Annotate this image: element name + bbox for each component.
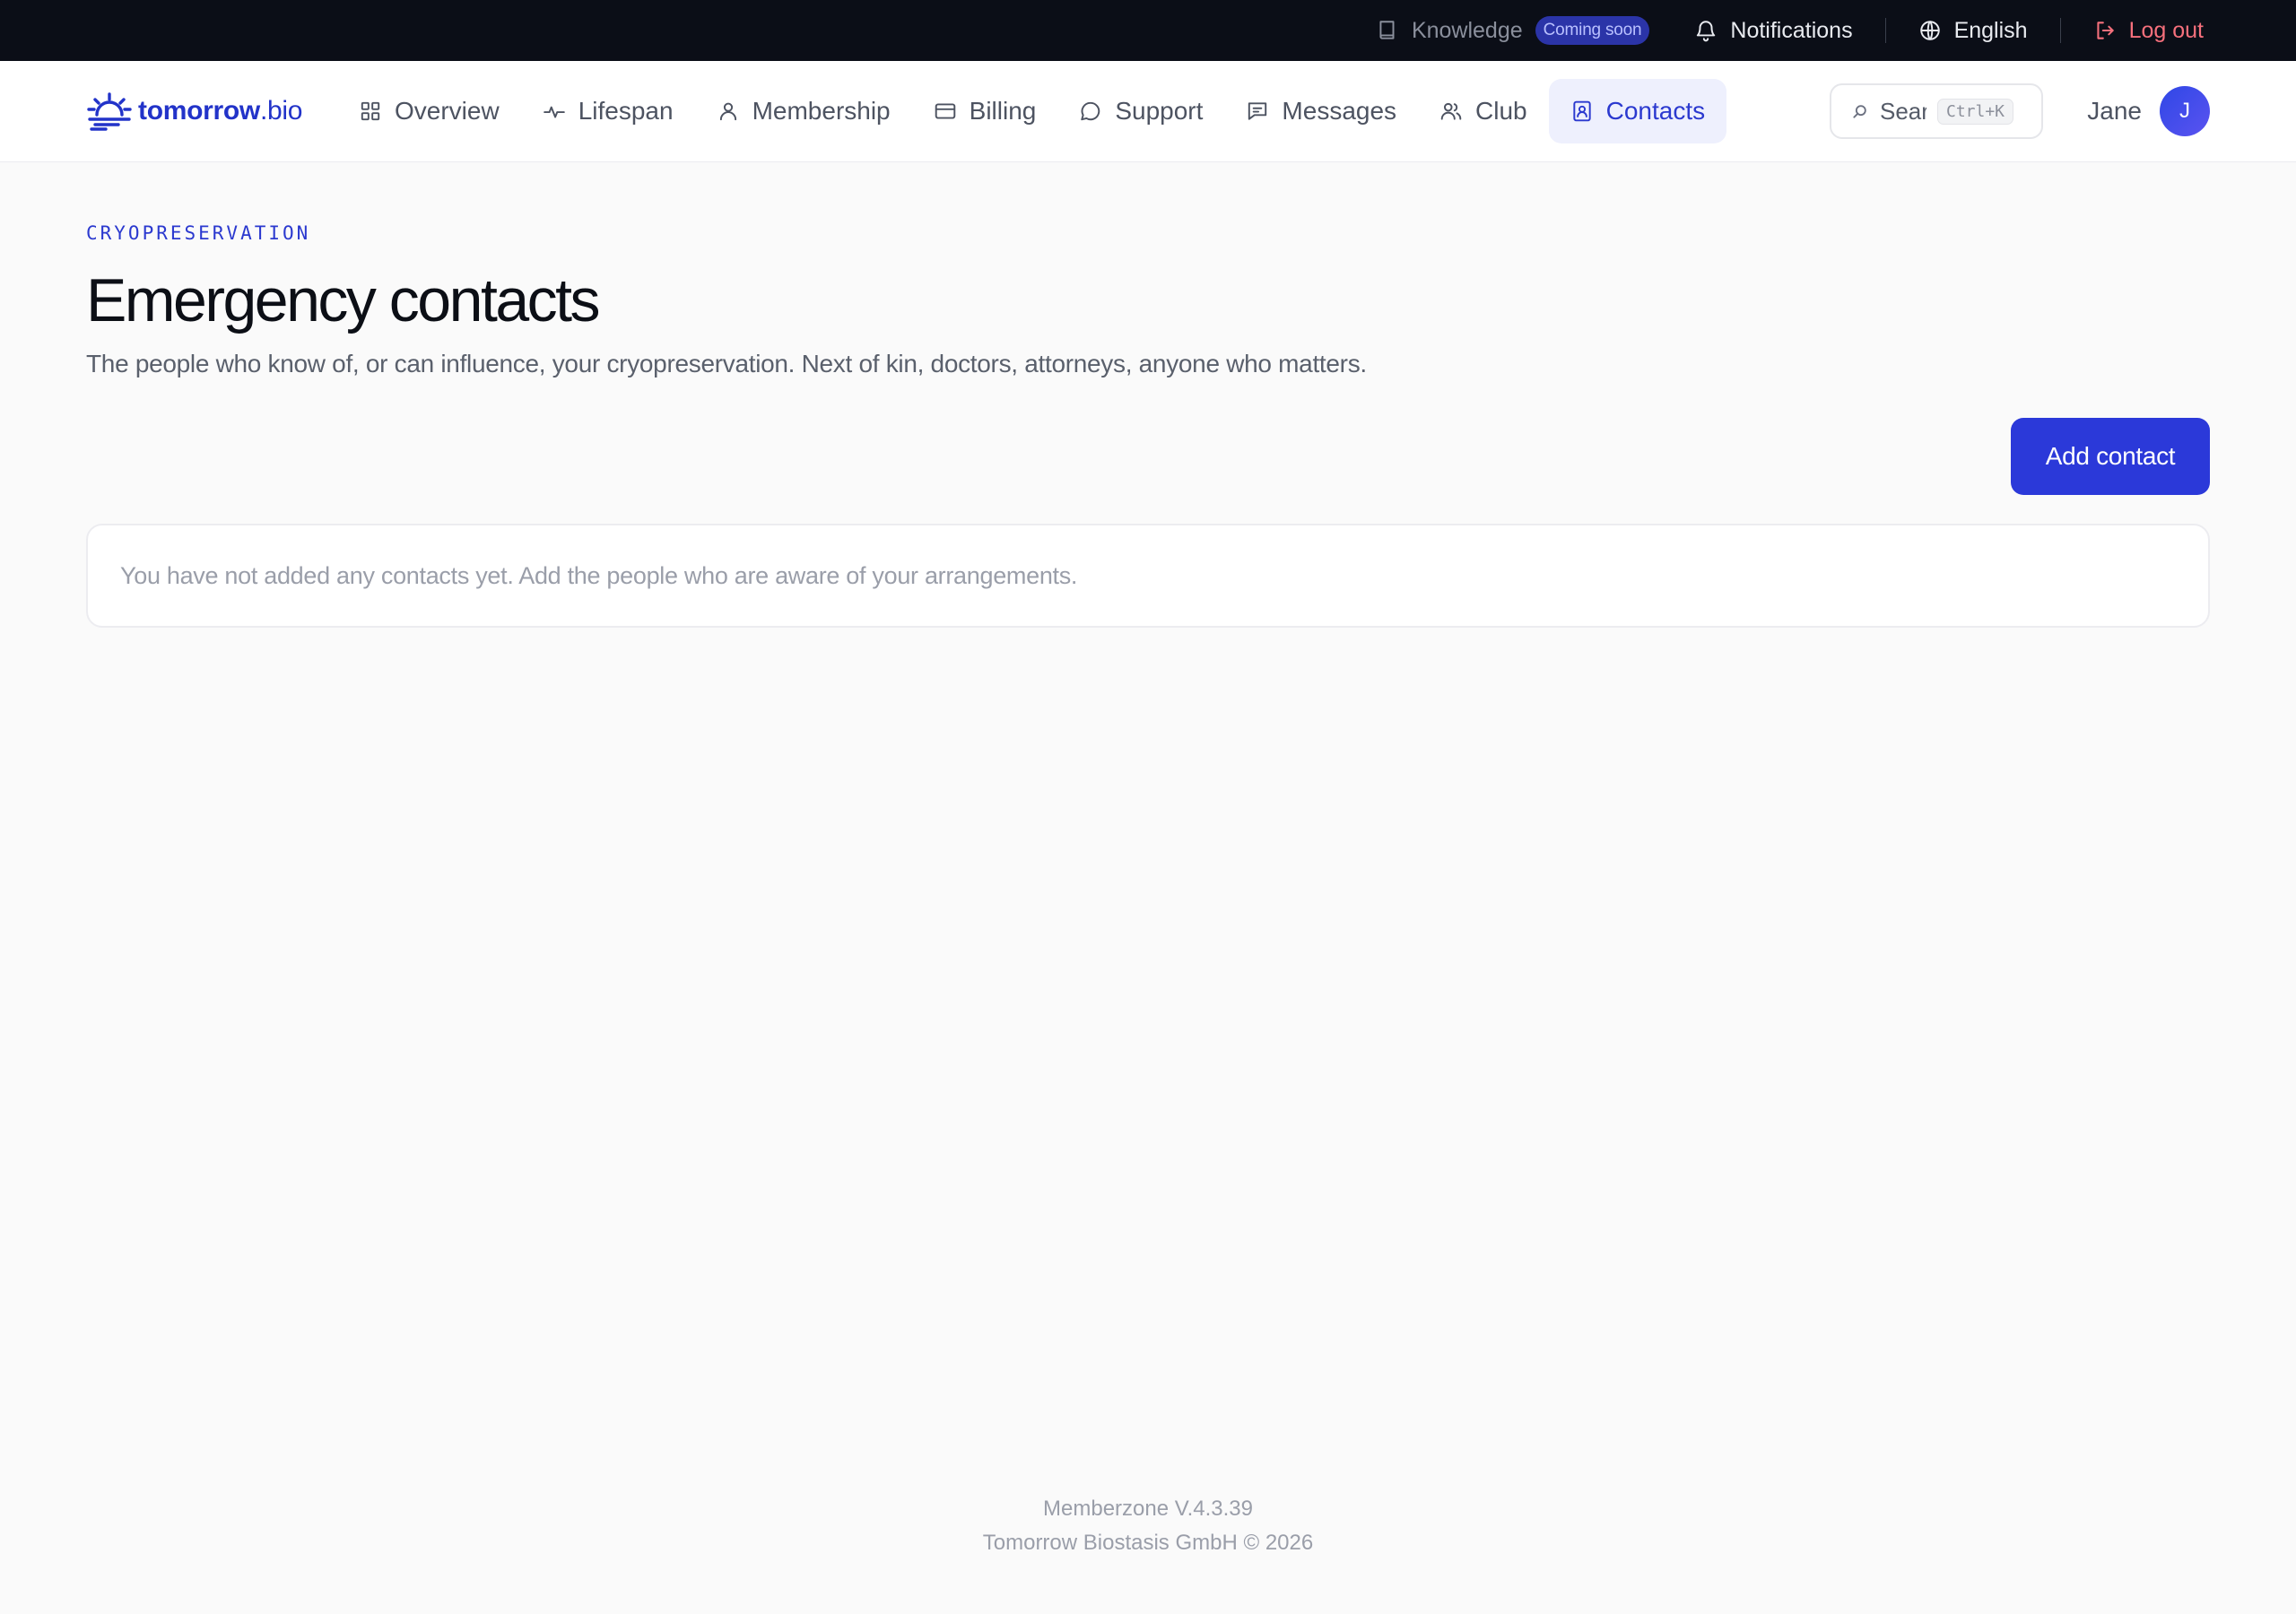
nav-label: Lifespan (578, 97, 674, 125)
avatar[interactable]: J (2160, 86, 2210, 136)
nav-label: Billing (969, 97, 1037, 125)
search-icon (1851, 102, 1869, 120)
empty-state-message: You have not added any contacts yet. Add… (120, 561, 1078, 589)
brand-wordmark: tomorrow.bio (138, 96, 303, 126)
top-bar: Knowledge Coming soon Notifications Engl… (0, 0, 2296, 61)
divider (1884, 18, 1886, 43)
user-name: Jane (2087, 97, 2142, 125)
logout-icon (2093, 19, 2117, 42)
language-selector[interactable]: English (1918, 0, 2028, 61)
page-title: Emergency contacts (86, 266, 601, 334)
nav-label: Overview (395, 97, 500, 125)
grid-icon (359, 100, 382, 123)
nav-item-lifespan[interactable]: Lifespan (521, 79, 695, 143)
knowledge-link[interactable]: Knowledge Coming soon (1376, 0, 1650, 61)
notifications-link[interactable]: Notifications (1694, 0, 1853, 61)
primary-nav: Overview Lifespan Membership Billing Sup… (337, 79, 1727, 143)
version-text: Memberzone V.4.3.39 (1043, 1497, 1253, 1521)
contact-card-icon (1570, 100, 1594, 123)
logout-label: Log out (2128, 17, 2204, 43)
page-subtitle: The people who know of, or can influence… (86, 350, 1367, 377)
chat-bubble-icon (1079, 100, 1102, 123)
add-contact-button[interactable]: Add contact (2011, 418, 2210, 495)
brand-logo[interactable]: tomorrow.bio (86, 91, 302, 131)
search-shortcut-hint: Ctrl+K (1937, 98, 2014, 125)
knowledge-label: Knowledge (1411, 17, 1523, 43)
users-icon (1439, 100, 1463, 123)
nav-item-billing[interactable]: Billing (912, 79, 1058, 143)
nav-label: Membership (752, 97, 891, 125)
nav-label: Messages (1282, 97, 1397, 125)
nav-item-messages[interactable]: Messages (1224, 79, 1418, 143)
user-menu[interactable]: Jane J (2087, 86, 2210, 136)
nav-item-overview[interactable]: Overview (337, 79, 521, 143)
nav-item-club[interactable]: Club (1418, 79, 1549, 143)
page-footer: Memberzone V.4.3.39 Tomorrow Biostasis G… (0, 1492, 2296, 1560)
pulse-icon (543, 100, 566, 123)
nav-item-membership[interactable]: Membership (695, 79, 912, 143)
logout-button[interactable]: Log out (2093, 0, 2204, 61)
coming-soon-badge: Coming soon (1535, 16, 1650, 45)
nav-label: Club (1475, 97, 1527, 125)
globe-icon (1918, 19, 1942, 42)
message-square-icon (1246, 100, 1269, 123)
sun-logo-icon (86, 91, 133, 131)
empty-contacts-card: You have not added any contacts yet. Add… (86, 524, 2210, 628)
nav-item-contacts[interactable]: Contacts (1548, 79, 1727, 143)
nav-label: Support (1115, 97, 1204, 125)
search-placeholder: Sear (1880, 97, 1926, 125)
notifications-label: Notifications (1730, 17, 1853, 43)
credit-card-icon (934, 100, 957, 123)
user-icon (717, 100, 740, 123)
main-header: tomorrow.bio Overview Lifespan Membershi… (0, 61, 2296, 162)
language-label: English (1953, 17, 2028, 43)
divider (2059, 18, 2061, 43)
copyright-text: Tomorrow Biostasis GmbH © 2026 (982, 1531, 1314, 1555)
section-eyebrow: CRYOPRESERVATION (86, 222, 311, 244)
book-icon (1376, 19, 1399, 42)
nav-item-support[interactable]: Support (1057, 79, 1224, 143)
nav-label: Contacts (1605, 97, 1706, 125)
bell-icon (1694, 19, 1718, 42)
search-input[interactable]: Sear Ctrl+K (1830, 83, 2043, 139)
